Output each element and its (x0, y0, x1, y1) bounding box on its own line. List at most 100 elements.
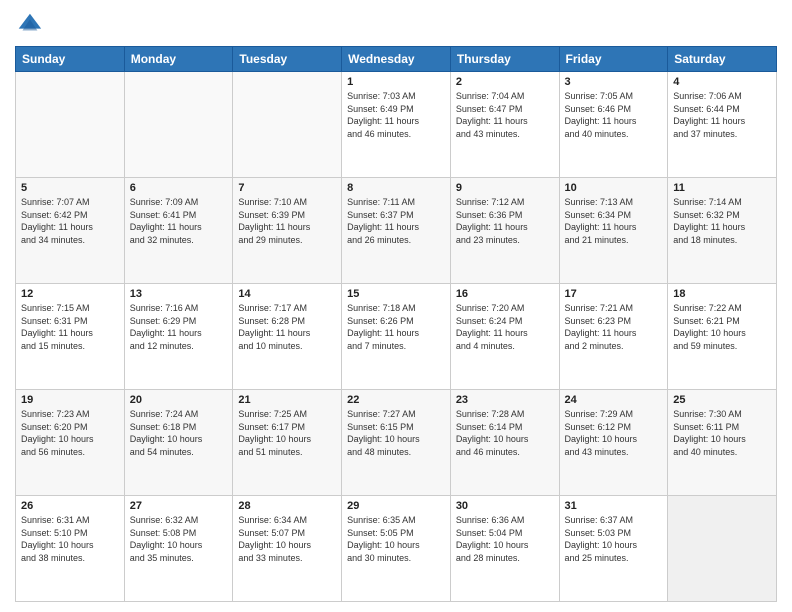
calendar-cell: 16 Sunrise: 7:20 AM Sunset: 6:24 PM Dayli… (450, 284, 559, 390)
calendar-cell: 8 Sunrise: 7:11 AM Sunset: 6:37 PM Daylig… (342, 178, 451, 284)
page: SundayMondayTuesdayWednesdayThursdayFrid… (0, 0, 792, 612)
day-number: 18 (673, 288, 771, 300)
day-info: Sunrise: 7:22 AM Sunset: 6:21 PM Dayligh… (673, 302, 771, 352)
day-number: 16 (456, 288, 554, 300)
calendar-cell: 14 Sunrise: 7:17 AM Sunset: 6:28 PM Dayli… (233, 284, 342, 390)
calendar-cell: 5 Sunrise: 7:07 AM Sunset: 6:42 PM Daylig… (16, 178, 125, 284)
day-number: 17 (565, 288, 663, 300)
day-info: Sunrise: 6:37 AM Sunset: 5:03 PM Dayligh… (565, 514, 663, 564)
day-number: 4 (673, 76, 771, 88)
day-number: 20 (130, 394, 228, 406)
calendar-cell: 31 Sunrise: 6:37 AM Sunset: 5:03 PM Dayli… (559, 496, 668, 602)
calendar-cell (668, 496, 777, 602)
day-info: Sunrise: 6:31 AM Sunset: 5:10 PM Dayligh… (21, 514, 119, 564)
day-info: Sunrise: 7:23 AM Sunset: 6:20 PM Dayligh… (21, 408, 119, 458)
day-info: Sunrise: 7:06 AM Sunset: 6:44 PM Dayligh… (673, 90, 771, 140)
day-number: 23 (456, 394, 554, 406)
day-info: Sunrise: 7:11 AM Sunset: 6:37 PM Dayligh… (347, 196, 445, 246)
calendar-cell: 11 Sunrise: 7:14 AM Sunset: 6:32 PM Dayli… (668, 178, 777, 284)
day-number: 22 (347, 394, 445, 406)
day-info: Sunrise: 7:29 AM Sunset: 6:12 PM Dayligh… (565, 408, 663, 458)
calendar-cell: 4 Sunrise: 7:06 AM Sunset: 6:44 PM Daylig… (668, 72, 777, 178)
day-number: 15 (347, 288, 445, 300)
calendar-cell: 20 Sunrise: 7:24 AM Sunset: 6:18 PM Dayli… (124, 390, 233, 496)
day-number: 7 (238, 182, 336, 194)
weekday-header-saturday: Saturday (668, 47, 777, 72)
weekday-header-monday: Monday (124, 47, 233, 72)
day-info: Sunrise: 7:21 AM Sunset: 6:23 PM Dayligh… (565, 302, 663, 352)
day-number: 14 (238, 288, 336, 300)
day-number: 24 (565, 394, 663, 406)
calendar-cell: 25 Sunrise: 7:30 AM Sunset: 6:11 PM Dayli… (668, 390, 777, 496)
day-info: Sunrise: 7:10 AM Sunset: 6:39 PM Dayligh… (238, 196, 336, 246)
weekday-header-wednesday: Wednesday (342, 47, 451, 72)
day-info: Sunrise: 7:20 AM Sunset: 6:24 PM Dayligh… (456, 302, 554, 352)
day-info: Sunrise: 7:25 AM Sunset: 6:17 PM Dayligh… (238, 408, 336, 458)
day-number: 19 (21, 394, 119, 406)
calendar-cell (124, 72, 233, 178)
day-number: 29 (347, 500, 445, 512)
calendar-cell (233, 72, 342, 178)
day-number: 3 (565, 76, 663, 88)
day-info: Sunrise: 7:16 AM Sunset: 6:29 PM Dayligh… (130, 302, 228, 352)
day-number: 31 (565, 500, 663, 512)
day-info: Sunrise: 7:27 AM Sunset: 6:15 PM Dayligh… (347, 408, 445, 458)
day-info: Sunrise: 7:17 AM Sunset: 6:28 PM Dayligh… (238, 302, 336, 352)
calendar-cell: 28 Sunrise: 6:34 AM Sunset: 5:07 PM Dayli… (233, 496, 342, 602)
day-number: 25 (673, 394, 771, 406)
calendar-week-row: 1 Sunrise: 7:03 AM Sunset: 6:49 PM Daylig… (16, 72, 777, 178)
calendar-cell: 30 Sunrise: 6:36 AM Sunset: 5:04 PM Dayli… (450, 496, 559, 602)
day-number: 26 (21, 500, 119, 512)
day-number: 1 (347, 76, 445, 88)
calendar-cell: 26 Sunrise: 6:31 AM Sunset: 5:10 PM Dayli… (16, 496, 125, 602)
day-info: Sunrise: 7:12 AM Sunset: 6:36 PM Dayligh… (456, 196, 554, 246)
weekday-header-row: SundayMondayTuesdayWednesdayThursdayFrid… (16, 47, 777, 72)
day-info: Sunrise: 6:36 AM Sunset: 5:04 PM Dayligh… (456, 514, 554, 564)
day-info: Sunrise: 7:24 AM Sunset: 6:18 PM Dayligh… (130, 408, 228, 458)
day-number: 5 (21, 182, 119, 194)
calendar-week-row: 12Sunrise: 7:15 AM Sunset: 6:31 PM Dayli… (16, 284, 777, 390)
day-info: Sunrise: 6:35 AM Sunset: 5:05 PM Dayligh… (347, 514, 445, 564)
day-info: Sunrise: 7:09 AM Sunset: 6:41 PM Dayligh… (130, 196, 228, 246)
calendar-cell: 21 Sunrise: 7:25 AM Sunset: 6:17 PM Dayli… (233, 390, 342, 496)
day-info: Sunrise: 7:07 AM Sunset: 6:42 PM Dayligh… (21, 196, 119, 246)
calendar-cell: 18 Sunrise: 7:22 AM Sunset: 6:21 PM Dayli… (668, 284, 777, 390)
calendar-table: SundayMondayTuesdayWednesdayThursdayFrid… (15, 46, 777, 602)
day-info: Sunrise: 7:05 AM Sunset: 6:46 PM Dayligh… (565, 90, 663, 140)
day-number: 6 (130, 182, 228, 194)
calendar-cell: 22 Sunrise: 7:27 AM Sunset: 6:15 PM Dayli… (342, 390, 451, 496)
day-info: Sunrise: 7:15 AM Sunset: 6:31 PM Dayligh… (21, 302, 119, 352)
calendar-cell: 23 Sunrise: 7:28 AM Sunset: 6:14 PM Dayli… (450, 390, 559, 496)
day-info: Sunrise: 7:13 AM Sunset: 6:34 PM Dayligh… (565, 196, 663, 246)
day-number: 28 (238, 500, 336, 512)
calendar-cell (16, 72, 125, 178)
calendar-cell: 29 Sunrise: 6:35 AM Sunset: 5:05 PM Dayli… (342, 496, 451, 602)
day-info: Sunrise: 6:32 AM Sunset: 5:08 PM Dayligh… (130, 514, 228, 564)
calendar-cell: 19 Sunrise: 7:23 AM Sunset: 6:20 PM Dayli… (16, 390, 125, 496)
calendar-cell: 15Sunrise: 7:18 AM Sunset: 6:26 PM Dayli… (342, 284, 451, 390)
day-number: 30 (456, 500, 554, 512)
day-number: 11 (673, 182, 771, 194)
calendar-cell: 10 Sunrise: 7:13 AM Sunset: 6:34 PM Dayli… (559, 178, 668, 284)
day-info: Sunrise: 7:28 AM Sunset: 6:14 PM Dayligh… (456, 408, 554, 458)
weekday-header-tuesday: Tuesday (233, 47, 342, 72)
calendar-week-row: 19 Sunrise: 7:23 AM Sunset: 6:20 PM Dayli… (16, 390, 777, 496)
calendar-week-row: 5 Sunrise: 7:07 AM Sunset: 6:42 PM Daylig… (16, 178, 777, 284)
day-number: 13 (130, 288, 228, 300)
day-info: Sunrise: 7:14 AM Sunset: 6:32 PM Dayligh… (673, 196, 771, 246)
calendar-cell: 17 Sunrise: 7:21 AM Sunset: 6:23 PM Dayli… (559, 284, 668, 390)
calendar-cell: 3 Sunrise: 7:05 AM Sunset: 6:46 PM Daylig… (559, 72, 668, 178)
calendar-cell: 12Sunrise: 7:15 AM Sunset: 6:31 PM Dayli… (16, 284, 125, 390)
day-number: 8 (347, 182, 445, 194)
weekday-header-friday: Friday (559, 47, 668, 72)
day-number: 21 (238, 394, 336, 406)
calendar-cell: 24 Sunrise: 7:29 AM Sunset: 6:12 PM Dayli… (559, 390, 668, 496)
logo (15, 10, 47, 38)
day-info: Sunrise: 6:34 AM Sunset: 5:07 PM Dayligh… (238, 514, 336, 564)
calendar-cell: 7 Sunrise: 7:10 AM Sunset: 6:39 PM Daylig… (233, 178, 342, 284)
calendar-cell: 27Sunrise: 6:32 AM Sunset: 5:08 PM Dayli… (124, 496, 233, 602)
day-info: Sunrise: 7:30 AM Sunset: 6:11 PM Dayligh… (673, 408, 771, 458)
calendar-cell: 13 Sunrise: 7:16 AM Sunset: 6:29 PM Dayli… (124, 284, 233, 390)
day-number: 10 (565, 182, 663, 194)
day-info: Sunrise: 7:03 AM Sunset: 6:49 PM Dayligh… (347, 90, 445, 140)
